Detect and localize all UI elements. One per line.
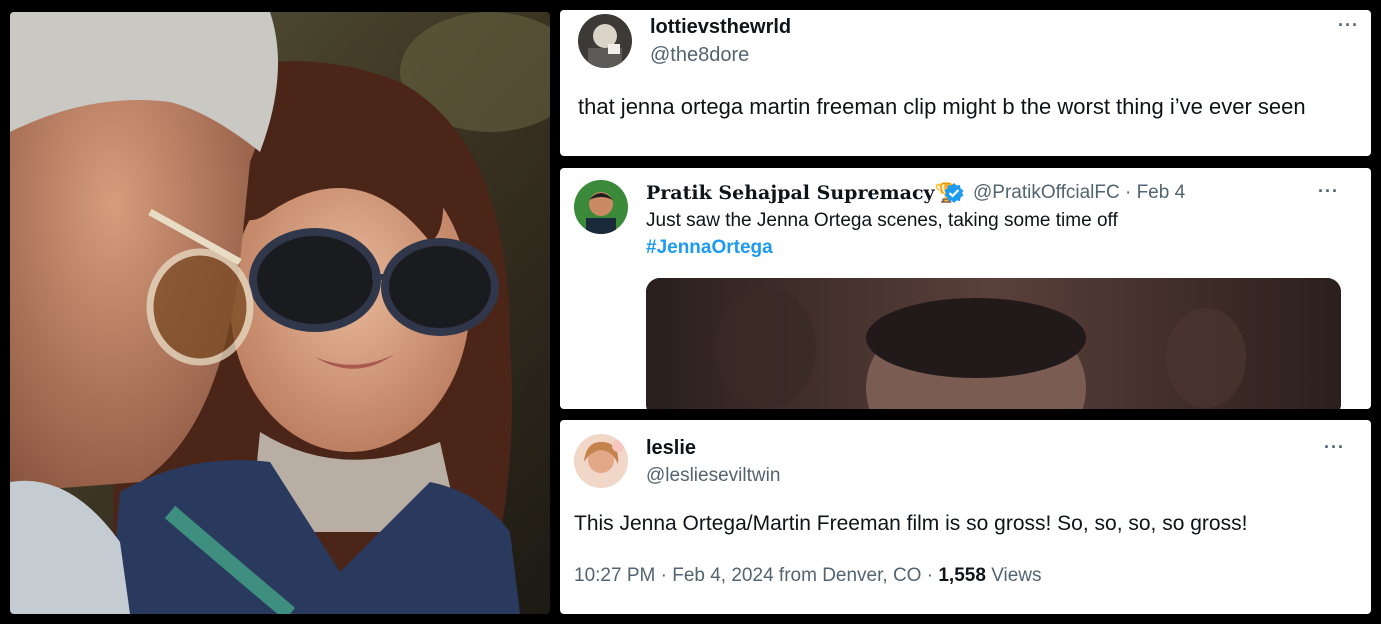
hashtag-link[interactable]: #JennaOrtega bbox=[646, 237, 773, 259]
film-still-image bbox=[10, 12, 550, 614]
handle[interactable]: @leslieseviltwin bbox=[646, 465, 780, 487]
separator: · bbox=[1124, 182, 1132, 203]
tweet-date[interactable]: Feb 4, 2024 bbox=[672, 565, 773, 586]
verified-badge-icon bbox=[943, 182, 965, 209]
tweet-text: that jenna ortega martin freeman clip mi… bbox=[578, 94, 1306, 119]
more-icon[interactable]: ··· bbox=[1324, 438, 1345, 456]
tweet-text: Just saw the Jenna Ortega scenes, taking… bbox=[646, 210, 1118, 231]
display-name[interactable]: Pratik Sehajpal Supremacy🏆 bbox=[646, 181, 958, 204]
display-name-text: Pratik Sehajpal Supremacy bbox=[646, 182, 935, 204]
avatar[interactable] bbox=[578, 14, 632, 68]
avatar[interactable] bbox=[574, 434, 628, 488]
tweet-card-pratik[interactable]: Pratik Sehajpal Supremacy🏆 @PratikOffcia… bbox=[560, 168, 1371, 409]
views-count[interactable]: 1,558 bbox=[938, 565, 986, 586]
separator: · bbox=[660, 565, 667, 586]
tweet-location: from Denver, CO bbox=[778, 565, 922, 586]
tweet-date[interactable]: Feb 4 bbox=[1137, 182, 1186, 203]
tweet-media[interactable] bbox=[646, 278, 1341, 409]
tweet-meta: @PratikOffcialFC · Feb 4 bbox=[973, 182, 1185, 204]
views-label: Views bbox=[991, 565, 1042, 586]
tweet-card-leslie[interactable]: leslie @leslieseviltwin ··· This Jenna O… bbox=[560, 420, 1371, 614]
more-icon[interactable]: ··· bbox=[1338, 16, 1359, 34]
avatar[interactable] bbox=[574, 180, 628, 234]
display-name[interactable]: lottievsthewrld bbox=[650, 16, 791, 39]
handle[interactable]: @PratikOffcialFC bbox=[973, 182, 1120, 203]
more-icon[interactable]: ··· bbox=[1318, 182, 1339, 200]
handle[interactable]: @the8dore bbox=[650, 44, 749, 67]
tweet-text: This Jenna Ortega/Martin Freeman film is… bbox=[574, 512, 1248, 535]
tweet-card-lottie[interactable]: lottievsthewrld @the8dore ··· that jenna… bbox=[560, 10, 1371, 156]
tweet-meta: 10:27 PM · Feb 4, 2024 from Denver, CO ·… bbox=[574, 565, 1042, 587]
tweet-time[interactable]: 10:27 PM bbox=[574, 565, 655, 586]
display-name[interactable]: leslie bbox=[646, 437, 696, 460]
separator: · bbox=[926, 565, 934, 586]
